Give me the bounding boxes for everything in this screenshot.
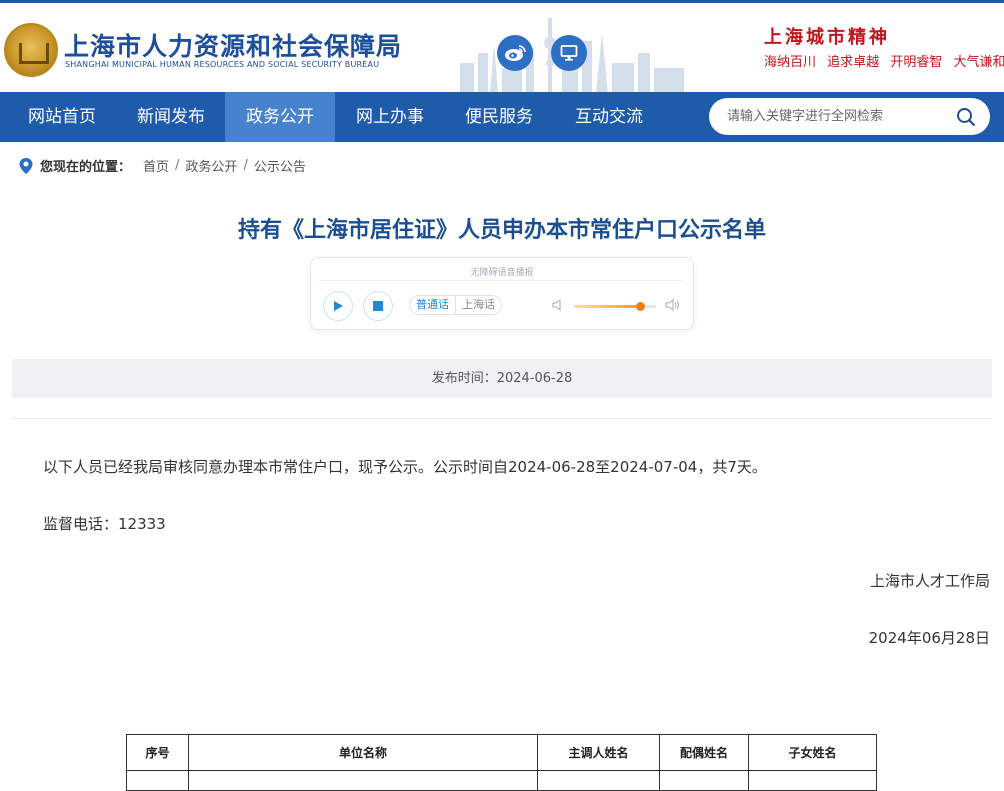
- table-row: [126, 770, 877, 791]
- city-spirit-items: 海纳百川 追求卓越 开明睿智 大气谦和: [764, 51, 1004, 70]
- table-header-row: 序号 单位名称 主调人姓名 配偶姓名 子女姓名: [126, 734, 877, 771]
- mobile-site-button[interactable]: [551, 35, 587, 71]
- table-cell: [537, 770, 660, 791]
- lang-mandarin-option[interactable]: 普通话: [410, 296, 455, 314]
- language-toggle: 普通话 上海话: [409, 295, 502, 315]
- table-cell: [188, 770, 538, 791]
- weibo-icon: [505, 45, 526, 61]
- issue-date: 2024年06月28日: [868, 629, 990, 647]
- player-divider: [319, 280, 685, 281]
- lang-shanghainese-option[interactable]: 上海话: [455, 296, 501, 314]
- nav-item-convenience[interactable]: 便民服务: [444, 92, 554, 142]
- public-list-table: 序号 单位名称 主调人姓名 配偶姓名 子女姓名: [126, 734, 877, 791]
- breadcrumb-label: 您现在的位置：: [40, 160, 132, 175]
- column-header-children: 子女姓名: [748, 734, 877, 771]
- column-header-serial: 序号: [126, 734, 189, 771]
- play-button[interactable]: [323, 291, 353, 321]
- weibo-button[interactable]: [497, 35, 533, 71]
- article-title: 持有《上海市居住证》人员申办本市常住户口公示名单: [237, 218, 766, 243]
- article-body-text: 以下人员已经我局审核同意办理本市常住户口，现予公示。公示时间自2024-06-2…: [43, 458, 767, 476]
- play-icon: [334, 301, 343, 311]
- nav-item-online-services[interactable]: 网上办事: [335, 92, 445, 142]
- stop-icon: [373, 301, 383, 311]
- volume-low-icon[interactable]: [552, 299, 564, 311]
- breadcrumb-home[interactable]: 首页: [143, 156, 169, 175]
- breadcrumb-government-affairs[interactable]: 政务公开: [185, 156, 237, 175]
- table-cell: [126, 770, 189, 791]
- site-header: 上海市人力资源和社会保障局 SHANGHAI MUNICIPAL HUMAN R…: [0, 3, 1004, 93]
- player-title: 无障碍语音播报: [470, 268, 534, 278]
- column-header-employer: 单位名称: [188, 734, 538, 771]
- spirit-item: 追求卓越: [827, 55, 880, 70]
- location-pin-icon: [19, 157, 33, 174]
- breadcrumb-separator: /: [175, 158, 180, 173]
- search-box: [709, 98, 990, 135]
- stop-button[interactable]: [363, 291, 393, 321]
- publish-time-bar: 发布时间：2024-06-28: [12, 359, 992, 398]
- site-subtitle: SHANGHAI MUNICIPAL HUMAN RESOURCES AND S…: [65, 60, 380, 69]
- search-icon[interactable]: [956, 107, 976, 127]
- spirit-item: 海纳百川: [764, 55, 817, 70]
- volume-slider[interactable]: [574, 302, 656, 311]
- spirit-item: 大气谦和: [953, 55, 1004, 70]
- column-header-spouse: 配偶姓名: [659, 734, 749, 771]
- volume-fill: [574, 305, 640, 308]
- content-divider: [12, 418, 992, 419]
- breadcrumb: 您现在的位置： 首页 / 政务公开 / 公示公告: [18, 156, 306, 175]
- audio-player: 无障碍语音播报 普通话 上海话: [310, 257, 694, 330]
- main-nav: 网站首页 新闻发布 政务公开 网上办事 便民服务 互动交流: [0, 92, 1004, 142]
- nav-item-government-affairs[interactable]: 政务公开: [225, 92, 335, 142]
- search-input[interactable]: [727, 98, 947, 135]
- breadcrumb-separator: /: [243, 158, 248, 173]
- issuing-authority: 上海市人才工作局: [869, 572, 990, 590]
- volume-high-icon[interactable]: [665, 299, 681, 311]
- spirit-item: 开明睿智: [890, 55, 943, 70]
- breadcrumb-announcements[interactable]: 公示公告: [254, 156, 306, 175]
- column-header-applicant: 主调人姓名: [537, 734, 660, 771]
- city-spirit-title: 上海城市精神: [764, 27, 890, 48]
- supervision-phone: 监督电话：12333: [43, 515, 166, 533]
- table-cell: [659, 770, 749, 791]
- nav-item-home[interactable]: 网站首页: [7, 92, 117, 142]
- bureau-logo[interactable]: [4, 23, 58, 77]
- site-title[interactable]: 上海市人力资源和社会保障局: [64, 27, 402, 63]
- volume-knob[interactable]: [635, 302, 645, 311]
- nav-item-news[interactable]: 新闻发布: [116, 92, 226, 142]
- monitor-icon: [560, 45, 578, 61]
- table-cell: [748, 770, 877, 791]
- nav-item-interaction[interactable]: 互动交流: [554, 92, 664, 142]
